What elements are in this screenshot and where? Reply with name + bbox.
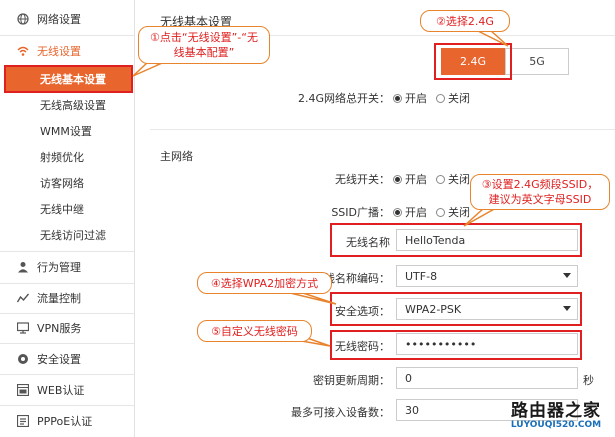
- callout-4: ④选择WPA2加密方式: [197, 272, 332, 294]
- callout-2: ②选择2.4G: [420, 10, 510, 32]
- callout-1: ①点击“无线设置”-“无线基本配置”: [138, 26, 270, 64]
- callout-3-pointer: [463, 207, 499, 227]
- callout-3: ③设置2.4G频段SSID，建议为英文字母SSID: [470, 174, 610, 210]
- watermark-main: 路由器之家: [511, 401, 601, 421]
- callout-1-pointer: [132, 61, 163, 77]
- callout-2-pointer: [475, 29, 509, 47]
- callout-5: ⑤自定义无线密码: [197, 320, 312, 342]
- callout-pointers: [132, 29, 509, 347]
- watermark-url: LUYOUQI520.COM: [510, 420, 602, 430]
- watermark-logo: 路由器之家 LUYOUQI520.COM: [497, 396, 615, 437]
